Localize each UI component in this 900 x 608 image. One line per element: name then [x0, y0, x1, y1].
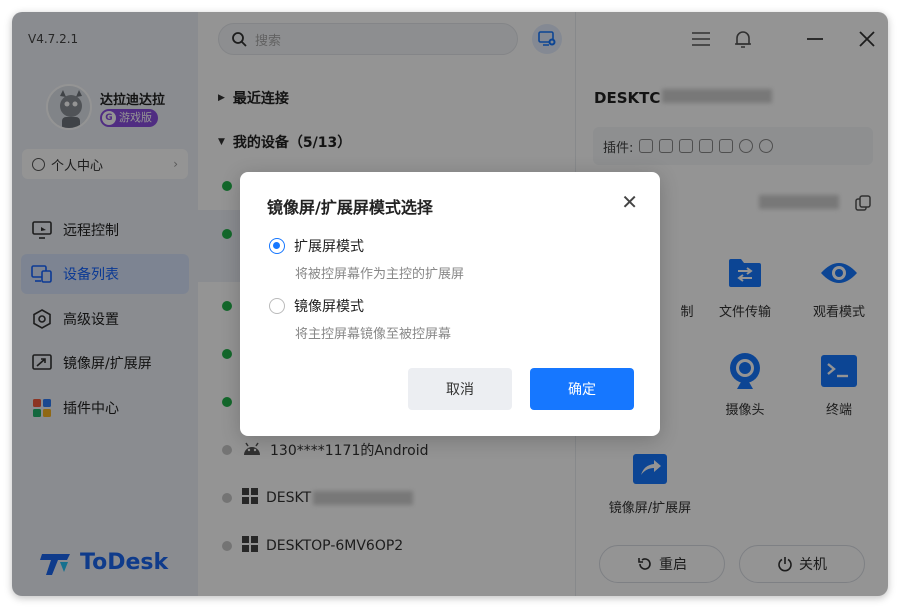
close-icon[interactable]: ✕: [621, 192, 638, 212]
dialog-title: 镜像屏/扩展屏模式选择: [267, 198, 433, 217]
cancel-button[interactable]: 取消: [408, 368, 512, 410]
radio-button-selected[interactable]: [269, 238, 285, 254]
app-window: V4.7.2.1 达拉迪达拉 G 游戏版 个人中心 › 远程控制 设备列表 高级…: [12, 12, 888, 596]
confirm-button[interactable]: 确定: [530, 368, 634, 410]
option-description: 将被控屏幕作为主控的扩展屏: [295, 267, 465, 282]
option-label: 扩展屏模式: [294, 239, 364, 255]
option-description: 将主控屏幕镜像至被控屏幕: [295, 327, 452, 342]
option-mirror-screen[interactable]: 镜像屏模式: [269, 296, 364, 316]
option-extend-screen[interactable]: 扩展屏模式: [269, 236, 364, 256]
mode-select-dialog: 镜像屏/扩展屏模式选择 ✕ 扩展屏模式 将被控屏幕作为主控的扩展屏 镜像屏模式 …: [240, 172, 660, 436]
option-label: 镜像屏模式: [294, 299, 364, 315]
radio-button[interactable]: [269, 298, 285, 314]
